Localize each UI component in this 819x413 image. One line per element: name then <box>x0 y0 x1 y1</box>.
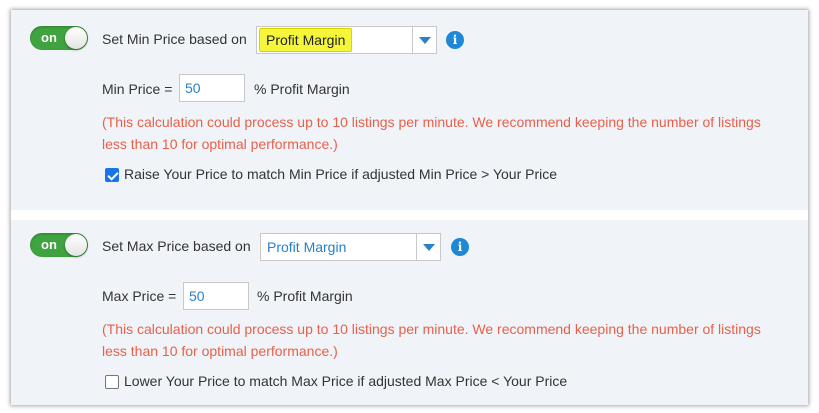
max-price-label: Max Price = <box>102 288 177 304</box>
repricer-settings-window: on Set Min Price based on Profit Margin … <box>11 10 808 405</box>
toggle-knob <box>65 27 87 49</box>
min-basis-select[interactable]: Profit Margin <box>256 26 437 54</box>
max-heading-label: Set Max Price based on <box>102 238 251 254</box>
max-warning-line2: less than 10 for optimal performance.) <box>102 343 338 359</box>
max-dropdown-arrow[interactable] <box>416 234 440 260</box>
max-info-icon[interactable]: i <box>451 238 469 256</box>
max-basis-value: Profit Margin <box>267 239 347 255</box>
max-toggle-label: on <box>41 237 57 252</box>
max-price-suffix: % Profit Margin <box>257 288 353 304</box>
min-heading-label: Set Min Price based on <box>102 31 247 47</box>
min-warning-line2: less than 10 for optimal performance.) <box>102 136 338 152</box>
min-basis-value: Profit Margin <box>259 28 353 52</box>
min-price-label: Min Price = <box>102 81 173 97</box>
max-price-toggle[interactable]: on <box>30 233 88 257</box>
max-price-input[interactable] <box>183 282 249 310</box>
lower-price-label: Lower Your Price to match Max Price if a… <box>124 373 568 389</box>
max-warning-line1: (This calculation could process up to 10… <box>102 321 761 337</box>
max-warning-text: (This calculation could process up to 10… <box>102 318 802 362</box>
max-price-section: on Set Max Price based on Profit Margin … <box>11 220 808 405</box>
min-info-icon[interactable]: i <box>446 31 464 49</box>
min-warning-line1: (This calculation could process up to 10… <box>102 114 761 130</box>
min-price-toggle[interactable]: on <box>30 26 88 50</box>
min-price-section: on Set Min Price based on Profit Margin … <box>11 10 808 210</box>
min-warning-text: (This calculation could process up to 10… <box>102 111 802 155</box>
min-price-suffix: % Profit Margin <box>254 81 350 97</box>
min-dropdown-arrow[interactable] <box>412 27 436 53</box>
raise-price-label: Raise Your Price to match Min Price if a… <box>124 166 558 182</box>
min-toggle-label: on <box>41 30 57 45</box>
max-basis-select[interactable]: Profit Margin <box>260 233 441 261</box>
min-price-input[interactable] <box>179 74 245 102</box>
toggle-knob <box>65 234 87 256</box>
chevron-down-icon <box>419 37 431 44</box>
raise-price-checkbox[interactable] <box>105 168 119 182</box>
lower-price-checkbox[interactable] <box>105 375 119 389</box>
chevron-down-icon <box>423 244 435 251</box>
